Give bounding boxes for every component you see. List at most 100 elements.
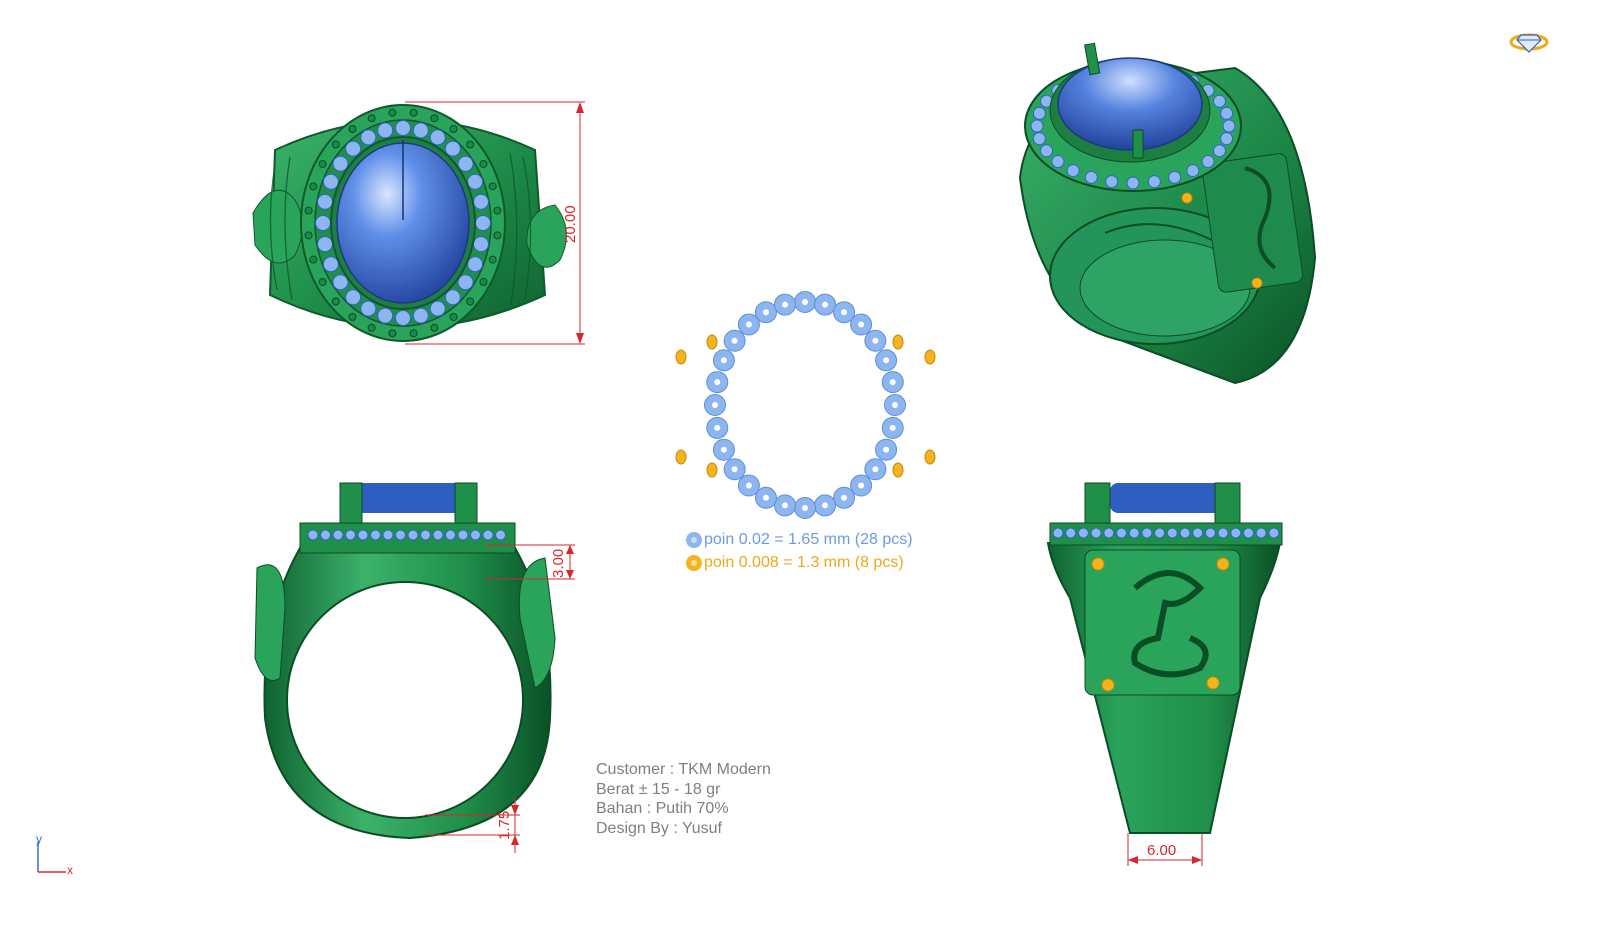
accent-diamond	[892, 462, 904, 478]
halo-diamond	[360, 300, 377, 317]
dimension-label-side: 6.00	[1147, 842, 1176, 859]
halo-diamond	[1066, 164, 1080, 178]
main-diamond-culet	[858, 482, 865, 489]
main-diamond-culet	[872, 466, 879, 473]
halo-diamond	[472, 236, 489, 253]
main-diamond-culet	[731, 337, 738, 344]
main-diamond-culet	[720, 357, 727, 364]
halo-diamond	[317, 236, 334, 253]
halo-bead	[493, 231, 502, 240]
main-diamond-culet	[762, 309, 769, 316]
accent-diamond-icon	[686, 554, 702, 571]
halo-diamond	[1179, 527, 1191, 539]
halo-diamond	[322, 256, 339, 273]
main-diamond-culet	[714, 424, 721, 431]
accent-diamond	[675, 449, 687, 465]
halo-diamond	[472, 193, 489, 210]
diamond-ring-logo-icon	[1508, 29, 1550, 53]
halo-bead	[367, 323, 376, 332]
halo-diamond	[1222, 119, 1236, 133]
stone-layout-diagram	[660, 280, 960, 530]
halo-bead	[466, 297, 475, 306]
halo-diamond	[429, 300, 446, 317]
halo-diamond	[1065, 527, 1077, 539]
halo-diamond	[1040, 144, 1054, 158]
halo-diamond	[370, 529, 381, 541]
halo-diamond	[395, 310, 411, 326]
legend-main: poin 0.02 = 1.65 mm (28 pcs)	[686, 528, 913, 551]
halo-diamond	[1090, 527, 1102, 539]
main-diamond-culet	[720, 446, 727, 453]
main-diamond-culet	[714, 379, 721, 386]
designer-line: Design By : Yusuf	[596, 819, 722, 837]
halo-bead	[388, 108, 397, 117]
halo-diamond	[1052, 527, 1064, 539]
legend-accent: poin 0.008 = 1.3 mm (8 pcs)	[686, 551, 913, 574]
halo-bead	[388, 329, 397, 338]
halo-bead	[430, 114, 439, 123]
halo-diamond	[345, 140, 362, 157]
halo-diamond	[1030, 119, 1044, 133]
dimension-label-top: 20.00	[562, 205, 579, 243]
halo-bead	[488, 255, 497, 264]
halo-diamond	[345, 289, 362, 306]
main-diamond-culet	[889, 424, 896, 431]
accent-diamond	[1251, 277, 1263, 289]
halo-diamond	[1255, 527, 1267, 539]
center-stone-persp	[1057, 57, 1203, 151]
halo-bead	[488, 182, 497, 191]
halo-diamond	[470, 529, 481, 541]
halo-diamond	[395, 120, 411, 136]
halo-diamond	[444, 289, 461, 306]
side-ornament-left-front	[254, 564, 286, 681]
halo-bead	[304, 231, 313, 240]
weight-line: Berat ± 15 - 18 gr	[596, 780, 721, 798]
halo-bead	[449, 312, 458, 321]
halo-diamond	[1154, 527, 1166, 539]
halo-diamond	[407, 529, 419, 541]
halo-diamond	[1116, 527, 1127, 539]
customer-line: Customer : TKM Modern	[596, 761, 771, 778]
halo-bead	[309, 182, 318, 191]
halo-diamond	[1201, 155, 1215, 169]
axis-y-label: y	[36, 832, 42, 846]
halo-diamond	[1147, 175, 1161, 189]
halo-diamond	[445, 529, 456, 541]
halo-bead	[409, 108, 418, 117]
main-diamond-culet	[781, 301, 788, 308]
halo-bead	[318, 278, 327, 287]
halo-diamond	[307, 529, 319, 541]
halo-diamond	[1243, 527, 1254, 539]
halo-bead	[449, 125, 458, 134]
halo-diamond	[1192, 527, 1204, 539]
halo-bead	[348, 125, 357, 134]
halo-diamond	[320, 529, 331, 541]
halo-diamond	[1217, 527, 1229, 539]
main-diamond-culet	[802, 505, 808, 511]
main-diamond-culet	[802, 299, 808, 305]
halo-diamond	[412, 307, 429, 324]
accent-diamond	[1181, 192, 1193, 204]
side-ornament-left	[252, 189, 303, 264]
accent-diamond	[924, 349, 936, 365]
accent-diamond	[706, 334, 718, 350]
halo-diamond	[420, 529, 431, 541]
main-diamond-culet	[745, 321, 752, 328]
halo-diamond	[495, 529, 506, 541]
halo-bead	[318, 159, 327, 168]
accent-diamond	[892, 334, 904, 350]
halo-bead	[493, 206, 502, 215]
halo-diamond	[1051, 155, 1065, 169]
halo-diamond	[322, 173, 339, 190]
main-diamond-culet	[762, 494, 769, 501]
halo-diamond	[1268, 527, 1280, 539]
halo-diamond	[315, 215, 331, 231]
halo-diamond	[467, 173, 484, 190]
axis-x-label: x	[67, 863, 73, 877]
halo-diamond	[1166, 527, 1178, 539]
stone-legend: poin 0.02 = 1.65 mm (28 pcs) poin 0.008 …	[686, 528, 913, 574]
halo-bead	[367, 114, 376, 123]
main-diamond-culet	[889, 379, 896, 386]
accent-diamond	[1216, 557, 1230, 571]
halo-diamond	[457, 529, 469, 541]
